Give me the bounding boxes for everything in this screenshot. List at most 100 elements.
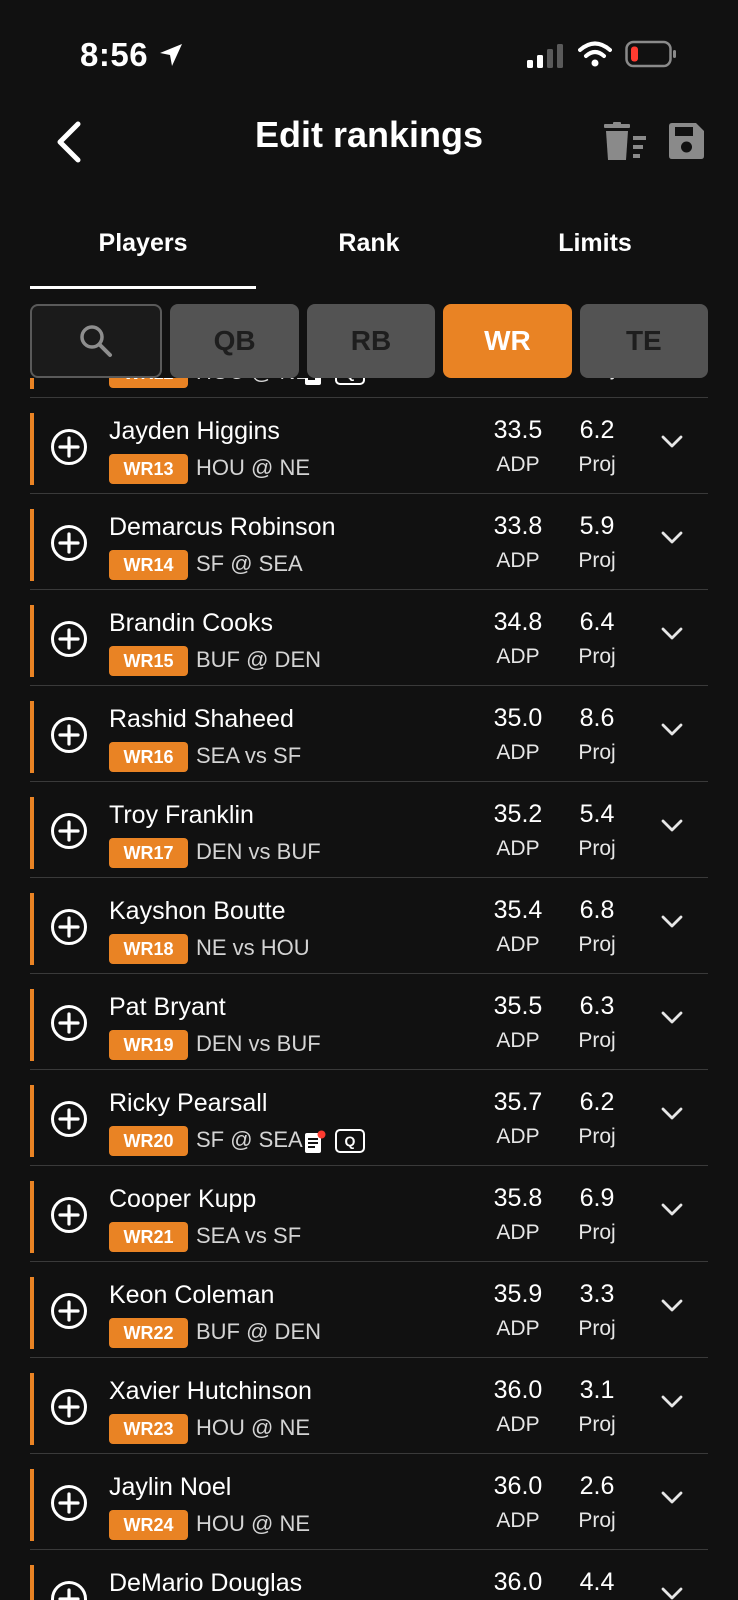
proj-label: Proj xyxy=(564,378,630,381)
add-player-plus-icon[interactable] xyxy=(50,428,88,466)
add-player-plus-icon[interactable] xyxy=(50,620,88,658)
chevron-down-icon[interactable] xyxy=(660,1298,684,1314)
tab-players[interactable]: Players xyxy=(30,215,256,289)
questionable-status-badge: Q xyxy=(335,1129,365,1153)
matchup-text: HOU @ NE xyxy=(196,378,310,385)
proj-label: Proj xyxy=(578,549,616,572)
chevron-down-icon[interactable] xyxy=(660,434,684,450)
player-row[interactable]: WR12 HOU @ NE Q ADP Proj xyxy=(30,378,708,398)
adp-label: ADP xyxy=(496,549,540,572)
add-player-plus-icon[interactable] xyxy=(50,1292,88,1330)
adp-label: ADP xyxy=(496,1413,540,1436)
row-accent-bar xyxy=(30,1181,34,1253)
player-row[interactable]: Xavier Hutchinson WR23 HOU @ NE 36.0 ADP 3.1 P… xyxy=(30,1358,708,1454)
filter-te[interactable]: TE xyxy=(579,304,709,378)
add-player-plus-icon[interactable] xyxy=(50,716,88,754)
add-player-plus-icon[interactable] xyxy=(50,1580,88,1600)
proj-label: Proj xyxy=(578,1317,616,1340)
proj-label: Proj xyxy=(578,645,616,668)
nav-header: Edit rankings xyxy=(0,100,738,200)
chevron-down-icon[interactable] xyxy=(660,530,684,546)
chevron-down-icon[interactable] xyxy=(660,1202,684,1218)
player-name: Rashid Shaheed xyxy=(109,705,294,733)
player-row[interactable]: Brandin Cooks WR15 BUF @ DEN 34.8 ADP 6.4 Proj xyxy=(30,590,708,686)
player-row[interactable]: Pat Bryant WR19 DEN vs BUF 35.5 ADP 6.3 Proj xyxy=(30,974,708,1070)
chevron-down-icon[interactable] xyxy=(660,818,684,834)
chevron-down-icon[interactable] xyxy=(660,1586,684,1600)
save-floppy-icon[interactable] xyxy=(667,122,705,160)
chevron-down-icon[interactable] xyxy=(660,1106,684,1122)
row-accent-bar xyxy=(30,797,34,869)
position-rank-badge: WR15 xyxy=(109,646,188,676)
player-name: Pat Bryant xyxy=(109,993,226,1021)
proj-label: Proj xyxy=(578,837,616,860)
filter-rb[interactable]: RB xyxy=(306,304,436,378)
tab-rank[interactable]: Rank xyxy=(256,215,482,289)
add-player-plus-icon[interactable] xyxy=(50,524,88,562)
player-name: Jaylin Noel xyxy=(109,1473,232,1501)
add-player-plus-icon[interactable] xyxy=(50,908,88,946)
proj-label: Proj xyxy=(578,1509,616,1532)
player-list[interactable]: WR12 HOU @ NE Q ADP Proj Jayden Higgins WR13 HO… xyxy=(30,378,708,1600)
adp-value: 35.2 xyxy=(493,800,543,828)
adp-label: ADP xyxy=(478,378,558,381)
player-row[interactable]: Jaylin Noel WR24 HOU @ NE 36.0 ADP 2.6 Proj xyxy=(30,1454,708,1550)
player-row[interactable]: Troy Franklin WR17 DEN vs BUF 35.2 ADP 5.4 Pro… xyxy=(30,782,708,878)
proj-value: 3.1 xyxy=(579,1376,615,1404)
chevron-down-icon[interactable] xyxy=(660,914,684,930)
chevron-down-icon[interactable] xyxy=(660,1010,684,1026)
add-player-plus-icon[interactable] xyxy=(50,1196,88,1234)
adp-label: ADP xyxy=(496,1317,540,1340)
chevron-down-icon[interactable] xyxy=(660,1490,684,1506)
add-player-plus-icon[interactable] xyxy=(50,1484,88,1522)
adp-value: 35.9 xyxy=(493,1280,543,1308)
chevron-down-icon[interactable] xyxy=(660,1394,684,1410)
tab-bar: Players Rank Limits xyxy=(30,215,708,289)
row-accent-bar xyxy=(30,378,34,389)
player-name: Cooper Kupp xyxy=(109,1185,257,1213)
player-name: Jayden Higgins xyxy=(109,417,280,445)
player-row[interactable]: Jayden Higgins WR13 HOU @ NE 33.5 ADP 6.2 Proj xyxy=(30,398,708,494)
filter-qb[interactable]: QB xyxy=(170,304,299,378)
position-rank-badge: WR18 xyxy=(109,934,188,964)
row-accent-bar xyxy=(30,1469,34,1541)
proj-label: Proj xyxy=(578,1125,616,1148)
add-player-plus-icon[interactable] xyxy=(50,812,88,850)
proj-value: 6.2 xyxy=(579,416,615,444)
adp-value: 36.0 xyxy=(493,1472,543,1500)
matchup-text: SEA vs SF xyxy=(196,1223,302,1248)
news-note-icon[interactable] xyxy=(304,1130,326,1154)
adp-label: ADP xyxy=(496,1509,540,1532)
chevron-down-icon[interactable] xyxy=(660,722,684,738)
player-row[interactable]: Demarcus Robinson WR14 SF @ SEA 33.8 ADP 5.9 P… xyxy=(30,494,708,590)
chevron-down-icon[interactable] xyxy=(660,626,684,642)
proj-value: 5.4 xyxy=(579,800,615,828)
player-row[interactable]: Rashid Shaheed WR16 SEA vs SF 35.0 ADP 8.6 Pro… xyxy=(30,686,708,782)
add-player-plus-icon[interactable] xyxy=(50,1388,88,1426)
row-accent-bar xyxy=(30,1373,34,1445)
row-accent-bar xyxy=(30,701,34,773)
adp-value: 35.4 xyxy=(493,896,543,924)
adp-value: 35.7 xyxy=(493,1088,543,1116)
status-time: 8:56 xyxy=(80,36,149,73)
status-bar: 8:56 xyxy=(0,0,738,100)
player-row[interactable]: Keon Coleman WR22 BUF @ DEN 35.9 ADP 3.3 Proj xyxy=(30,1262,708,1358)
news-note-icon[interactable] xyxy=(304,378,326,386)
add-player-plus-icon[interactable] xyxy=(50,1100,88,1138)
search-button[interactable] xyxy=(30,304,163,378)
tab-limits[interactable]: Limits xyxy=(482,215,708,289)
player-row[interactable]: DeMario Douglas36.0ADP4.4Proj xyxy=(30,1550,708,1600)
player-row[interactable]: Cooper Kupp WR21 SEA vs SF 35.8 ADP 6.9 Proj xyxy=(30,1166,708,1262)
proj-value: 6.8 xyxy=(579,896,615,924)
player-row[interactable]: Ricky Pearsall WR20 SF @ SEA Q 35.7 ADP 6.2 Pro… xyxy=(30,1070,708,1166)
filter-wr[interactable]: WR xyxy=(443,304,572,378)
position-rank-badge: WR14 xyxy=(109,550,188,580)
position-rank-badge: WR22 xyxy=(109,1318,188,1348)
proj-value: 8.6 xyxy=(579,704,615,732)
add-player-plus-icon[interactable] xyxy=(50,1004,88,1042)
adp-label: ADP xyxy=(496,933,540,956)
row-accent-bar xyxy=(30,509,34,581)
battery-icon xyxy=(625,40,676,68)
player-row[interactable]: Kayshon Boutte WR18 NE vs HOU 35.4 ADP 6.8 Pro… xyxy=(30,878,708,974)
clear-list-trash-icon[interactable] xyxy=(604,122,646,162)
